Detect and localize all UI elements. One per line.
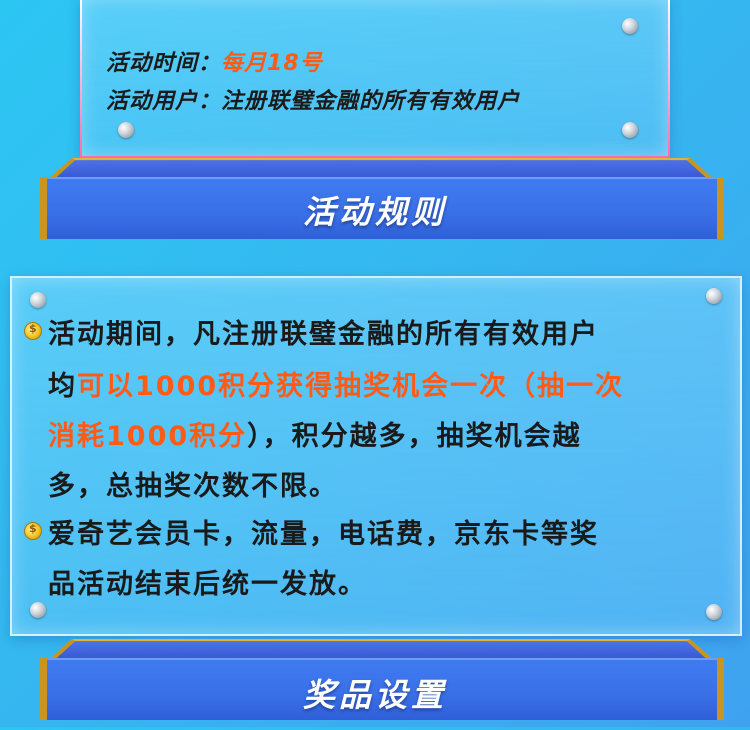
rivet-icon <box>30 292 46 308</box>
rule-2-line-2: 品活动结束后统一发放。 <box>48 569 367 600</box>
rules-banner-title: 活动规则 <box>302 193 447 231</box>
rule-1-line-1: 活动期间，凡注册联璧金融的所有有效用户 <box>48 319 599 350</box>
activity-users: 活动用户：注册联璧金融的所有有效用户 <box>106 83 520 115</box>
prize-banner: 奖品设置 <box>0 630 750 730</box>
rules-panel: 活动期间，凡注册联璧金融的所有有效用户 均可以1000积分获得抽奖机会一次（抽一… <box>10 276 742 636</box>
rule-1-line-4: 多，总抽奖次数不限。 <box>48 471 338 502</box>
rivet-icon <box>622 122 638 138</box>
activity-time-label: 活动时间： <box>106 51 222 76</box>
activity-time-value: 每月18号 <box>221 51 323 76</box>
rule-1-line-3: 消耗1000积分），积分越多，抽奖机会越 <box>48 414 582 453</box>
rule-2-line-1: 爱奇艺会员卡，流量，电话费，京东卡等奖 <box>48 519 599 550</box>
rule-1-suffix: ），积分越多，抽奖机会越 <box>247 421 582 452</box>
rule-1-highlight-b: 消耗1000积分 <box>48 421 248 452</box>
activity-users-value: 注册联璧金融的所有有效用户 <box>221 89 521 114</box>
activity-info-panel: 活动时间：每月18号 活动用户：注册联璧金融的所有有效用户 <box>80 0 670 158</box>
rivet-icon <box>622 18 638 34</box>
rule-1-prefix: 均 <box>48 371 77 402</box>
prize-banner-title: 奖品设置 <box>302 676 447 714</box>
rivet-icon <box>118 122 134 138</box>
rules-banner: 活动规则 <box>0 145 750 245</box>
gold-coin-icon <box>24 322 42 340</box>
rule-1-highlight-a: 可以1000积分获得抽奖机会一次（抽一次 <box>77 371 625 402</box>
gold-coin-icon <box>24 522 42 540</box>
rivet-icon <box>30 602 46 618</box>
activity-users-label: 活动用户： <box>106 89 222 114</box>
rivet-icon <box>706 288 722 304</box>
activity-time: 活动时间：每月18号 <box>106 45 323 77</box>
rivet-icon <box>706 604 722 620</box>
rule-1-line-2: 均可以1000积分获得抽奖机会一次（抽一次 <box>48 364 624 403</box>
